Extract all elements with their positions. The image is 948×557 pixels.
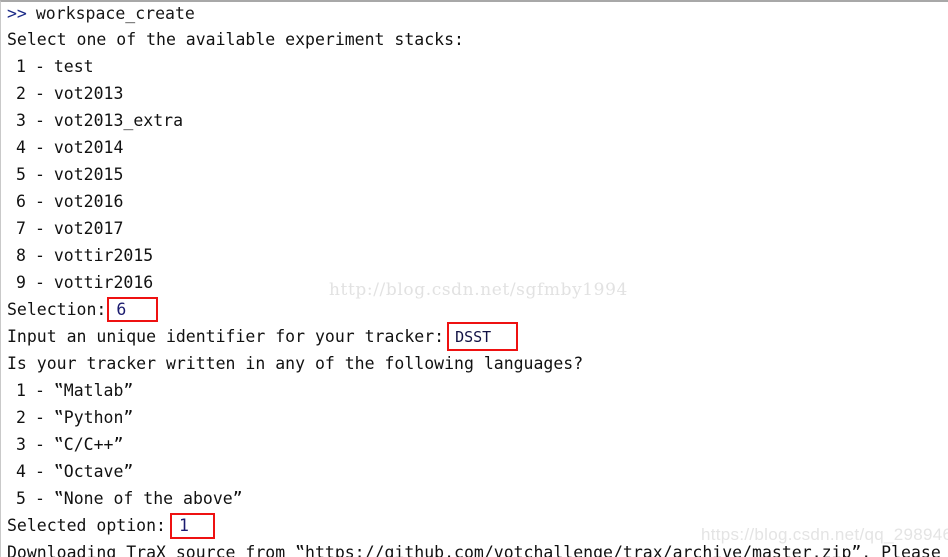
list-item[interactable]: 8- vottir2015: [7, 242, 947, 269]
list-item[interactable]: 3- ‟C/C++”: [7, 431, 947, 458]
identifier-label: Input an unique identifier for your trac…: [7, 327, 445, 346]
matlab-console[interactable]: >> workspace_create Select one of the ava…: [0, 0, 948, 557]
selected-option-input-highlight[interactable]: 1: [169, 512, 215, 539]
identifier-line: Input an unique identifier for your trac…: [7, 322, 947, 351]
stacks-heading: Select one of the available experiment s…: [7, 30, 464, 49]
list-item[interactable]: 5- vot2015: [7, 161, 947, 188]
command-text: workspace_create: [35, 4, 195, 23]
stack-name: vottir2015: [53, 246, 154, 265]
stack-separator: -: [34, 192, 45, 211]
download-status-line: Downloading TraX source from ‟https://gi…: [7, 543, 948, 557]
stack-name: vot2013_extra: [53, 111, 184, 130]
list-item[interactable]: 6- vot2016: [7, 188, 947, 215]
stack-index: 7: [16, 219, 26, 238]
language-separator: -: [34, 408, 45, 427]
language-index: 1: [16, 381, 26, 400]
console-output: >> workspace_create Select one of the ava…: [7, 2, 947, 557]
list-item[interactable]: 4- vot2014: [7, 134, 947, 161]
selected-option-label: Selected option:: [7, 516, 166, 535]
language-index: 2: [16, 408, 26, 427]
selection-label: Selection:: [7, 300, 107, 319]
selection-line: Selection: 6: [7, 296, 947, 323]
stack-name: test: [53, 57, 94, 76]
identifier-value: DSST: [455, 328, 492, 346]
command-line: >> workspace_create: [7, 2, 947, 26]
stack-name: vot2017: [53, 219, 124, 238]
language-index: 4: [16, 462, 26, 481]
language-index: 5: [16, 489, 26, 508]
stack-index: 4: [16, 138, 26, 157]
list-item[interactable]: 1- ‟Matlab”: [7, 377, 947, 404]
list-item[interactable]: 2- vot2013: [7, 80, 947, 107]
stack-name: vot2013: [53, 84, 124, 103]
language-separator: -: [34, 489, 45, 508]
list-item[interactable]: 7- vot2017: [7, 215, 947, 242]
stack-separator: -: [34, 273, 45, 292]
prompt-symbol: >>: [7, 4, 27, 23]
selected-option-value: 1: [178, 515, 189, 535]
stack-name: vot2016: [53, 192, 124, 211]
language-index: 3: [16, 435, 26, 454]
language-separator: -: [34, 435, 45, 454]
stack-separator: -: [34, 57, 45, 76]
list-item[interactable]: 9- vottir2016: [7, 269, 947, 296]
stack-index: 2: [16, 84, 26, 103]
list-item[interactable]: 3- vot2013_extra: [7, 107, 947, 134]
stack-name: vottir2016: [53, 273, 154, 292]
stack-index: 5: [16, 165, 26, 184]
language-name: ‟Matlab”: [53, 381, 134, 400]
language-name: ‟None of the above”: [53, 489, 243, 508]
stack-separator: -: [34, 84, 45, 103]
languages-heading: Is your tracker written in any of the fo…: [7, 354, 584, 373]
stack-separator: -: [34, 219, 45, 238]
stack-separator: -: [34, 111, 45, 130]
stack-index: 6: [16, 192, 26, 211]
stack-index: 9: [16, 273, 26, 292]
stack-separator: -: [34, 246, 45, 265]
language-name: ‟Python”: [53, 408, 134, 427]
selection-input-highlight[interactable]: 6: [107, 297, 159, 322]
stack-separator: -: [34, 165, 45, 184]
language-name: ‟Octave”: [53, 462, 134, 481]
selected-option-line: Selected option: 1: [7, 512, 947, 539]
stack-separator: -: [34, 138, 45, 157]
stack-name: vot2014: [53, 138, 124, 157]
language-name: ‟C/C++”: [53, 435, 124, 454]
language-separator: -: [34, 381, 45, 400]
stack-index: 8: [16, 246, 26, 265]
language-separator: -: [34, 462, 45, 481]
list-item[interactable]: 4- ‟Octave”: [7, 458, 947, 485]
stack-index: 3: [16, 111, 26, 130]
list-item[interactable]: 2- ‟Python”: [7, 404, 947, 431]
identifier-input-highlight[interactable]: DSST: [447, 322, 519, 351]
selection-value: 6: [116, 300, 127, 319]
list-item[interactable]: 5- ‟None of the above”: [7, 485, 947, 512]
stack-name: vot2015: [53, 165, 124, 184]
stack-index: 1: [16, 57, 26, 76]
list-item[interactable]: 1- test: [7, 53, 947, 80]
